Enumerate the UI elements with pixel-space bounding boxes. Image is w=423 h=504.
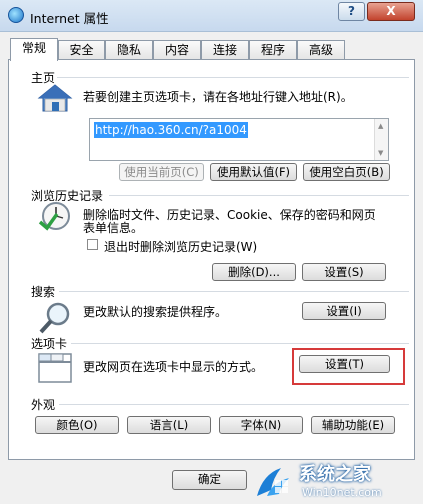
delete-history-button[interactable]: 删除(D)...	[212, 263, 296, 281]
tabbed-browsing-icon	[38, 353, 72, 383]
use-blank-button[interactable]: 使用空白页(B)	[303, 163, 390, 181]
history-clock-icon	[38, 202, 70, 231]
homepage-divider	[57, 77, 409, 78]
tab-advanced[interactable]: 高级	[297, 40, 345, 60]
search-description: 更改默认的搜索提供程序。	[83, 305, 228, 319]
tab-general[interactable]: 常规	[10, 38, 58, 61]
general-tab-panel: 主页 若要创建主页选项卡，请在各地址行键入地址(R)。 http://hao.3…	[8, 59, 415, 460]
homepage-url-field[interactable]: http://hao.360.cn/?a1004 ▲ ▼	[89, 118, 389, 161]
internet-options-icon	[8, 7, 24, 23]
tab-content[interactable]: 内容	[153, 40, 201, 60]
watermark-site-url: Win10net.com	[302, 486, 382, 499]
colors-button[interactable]: 颜色(O)	[35, 416, 119, 434]
tab-connections[interactable]: 连接	[201, 40, 249, 60]
tab-strip: 常规 安全 隐私 内容 连接 程序 高级	[0, 38, 423, 61]
tab-privacy[interactable]: 隐私	[105, 40, 153, 60]
ok-button[interactable]: 确定	[172, 470, 247, 490]
search-magnifier-icon	[39, 302, 70, 334]
use-default-button[interactable]: 使用默认值(F)	[210, 163, 297, 181]
tab-security[interactable]: 安全	[58, 40, 105, 60]
fonts-button[interactable]: 字体(N)	[219, 416, 303, 434]
scroll-down-icon[interactable]: ▼	[378, 149, 383, 157]
tabs-divider	[71, 343, 409, 344]
homepage-url-text: http://hao.360.cn/?a1004	[94, 122, 248, 138]
tab-programs[interactable]: 程序	[249, 40, 297, 60]
accessibility-button[interactable]: 辅助功能(E)	[311, 416, 395, 434]
history-divider	[109, 195, 409, 196]
search-settings-button[interactable]: 设置(I)	[302, 302, 386, 320]
appearance-heading: 外观	[31, 398, 56, 412]
watermark-logo-icon	[257, 468, 289, 496]
search-heading: 搜索	[31, 285, 56, 299]
delete-on-exit-label[interactable]: 退出时删除浏览历史记录(W)	[104, 238, 257, 255]
help-button[interactable]: ?	[338, 2, 365, 21]
homepage-description: 若要创建主页选项卡，请在各地址行键入地址(R)。	[83, 90, 353, 104]
close-button[interactable]: X	[367, 2, 415, 21]
title-bar: Internet 属性 ? X	[0, 0, 423, 32]
use-current-button[interactable]: 使用当前页(C)	[119, 163, 204, 181]
highlight-box	[292, 348, 405, 385]
appearance-divider	[59, 404, 409, 405]
tabs-description: 更改网页在选项卡中显示的方式。	[83, 360, 264, 374]
languages-button[interactable]: 语言(L)	[127, 416, 211, 434]
watermark-site-name: 系统之家	[299, 464, 371, 485]
history-description-line2: 表单信息。	[83, 221, 144, 235]
window-title: Internet 属性	[30, 11, 109, 26]
url-scrollbar[interactable]: ▲ ▼	[374, 119, 388, 160]
home-icon	[37, 84, 73, 112]
watermark: 系统之家 Win10net.com	[255, 456, 423, 504]
search-divider	[59, 291, 409, 292]
scroll-up-icon[interactable]: ▲	[378, 122, 383, 130]
history-settings-button[interactable]: 设置(S)	[302, 263, 386, 281]
delete-on-exit-checkbox[interactable]	[87, 239, 98, 250]
